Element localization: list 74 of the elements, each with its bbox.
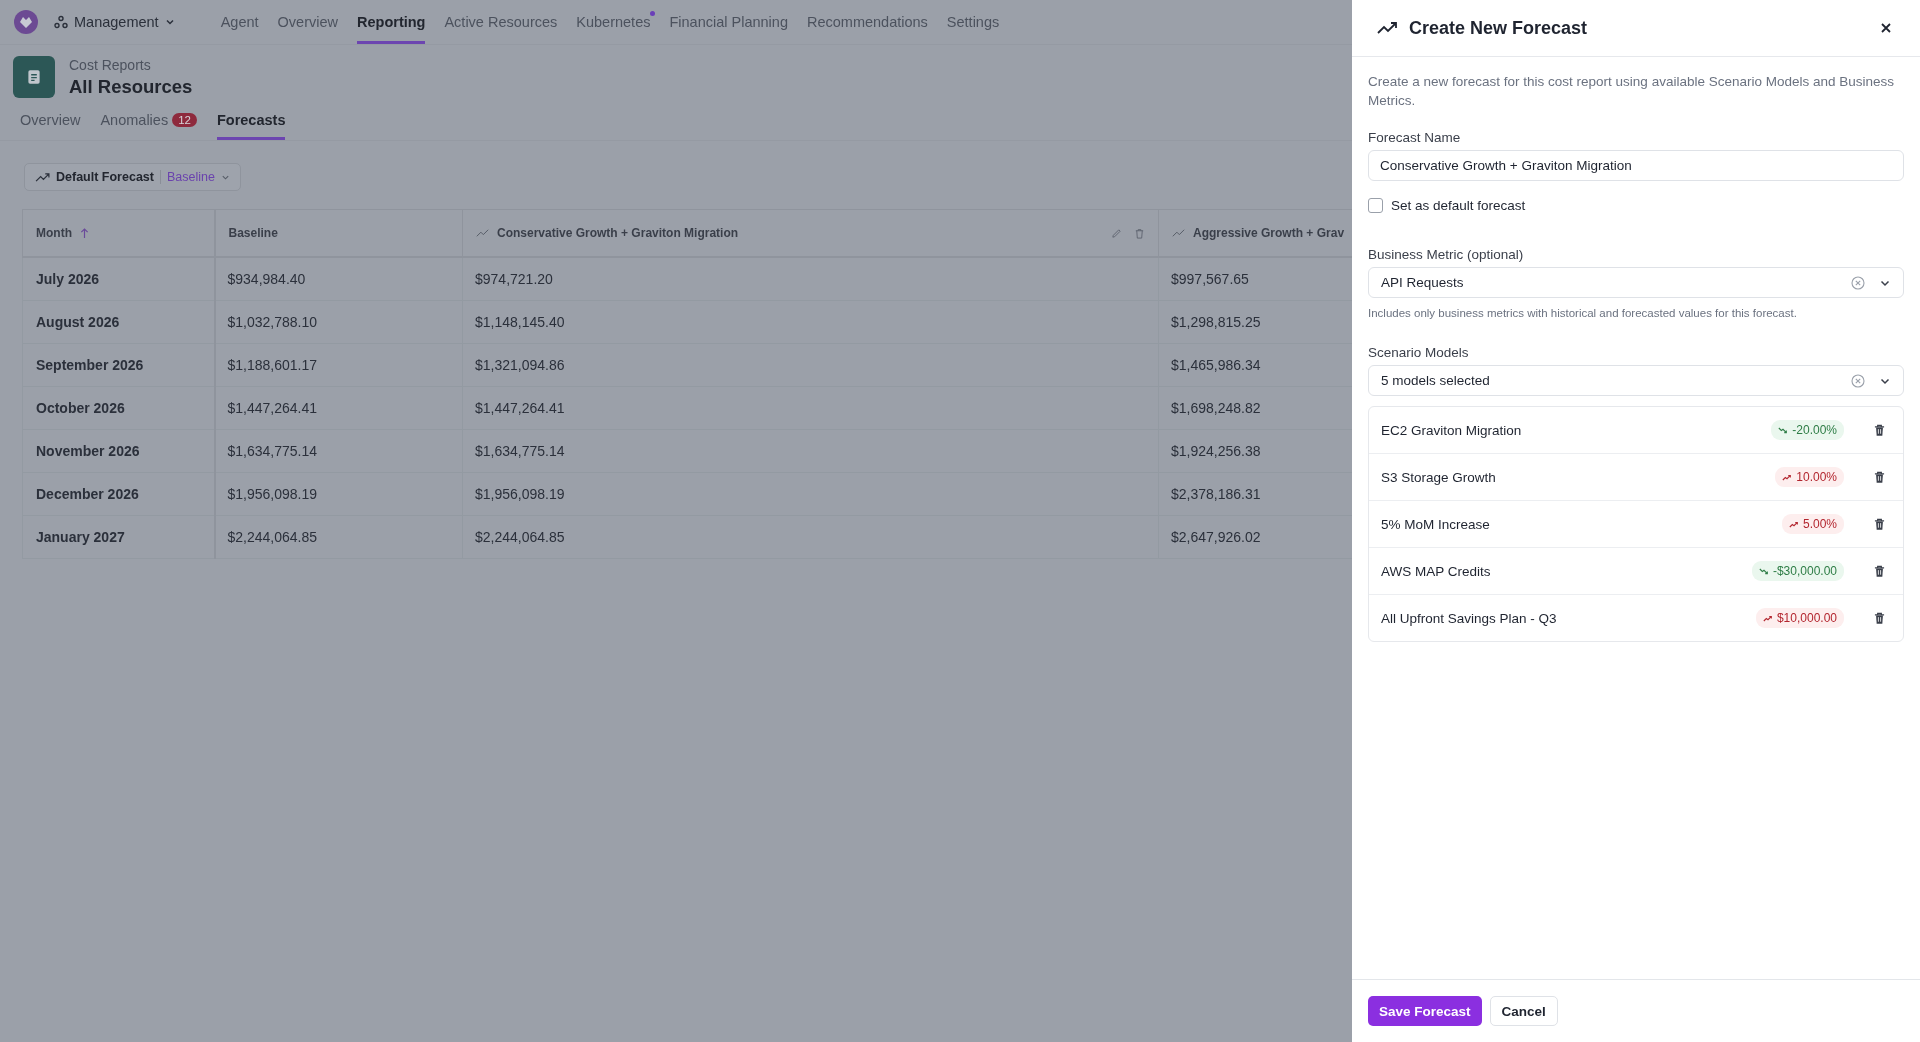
helper-text: Includes only business metrics with historical and forecasted values for this forecast. bbox=[1368, 307, 1798, 319]
field-label: Business Metric (optional) bbox=[1368, 247, 1525, 262]
trend-up-icon bbox=[1172, 228, 1185, 238]
nav-link[interactable]: Active Resources bbox=[444, 0, 558, 44]
clear-icon[interactable] bbox=[1851, 373, 1865, 388]
nav-link[interactable]: Financial Planning bbox=[669, 0, 788, 44]
table-cell: $2,244,064.85 bbox=[214, 515, 463, 559]
model-name: 5% MoM Increase bbox=[1381, 516, 1491, 532]
table-cell: December 2026 bbox=[22, 472, 215, 516]
change-badge: -$30,000.00 bbox=[1751, 561, 1844, 581]
cancel-button[interactable]: Cancel bbox=[1489, 996, 1558, 1026]
table-cell: September 2026 bbox=[22, 343, 215, 387]
nav-link[interactable]: Kubernetes bbox=[576, 0, 651, 44]
column-header[interactable]: Month bbox=[22, 209, 215, 257]
close-icon bbox=[1880, 22, 1892, 34]
table-cell: $1,188,601.17 bbox=[214, 343, 463, 387]
scenario-models-select[interactable]: 5 models selected bbox=[1368, 365, 1904, 396]
logo-icon[interactable] bbox=[14, 10, 38, 34]
tab[interactable]: Forecasts bbox=[216, 106, 286, 140]
table-cell: $1,956,098.19 bbox=[462, 472, 1159, 516]
table-cell: October 2026 bbox=[22, 386, 215, 430]
nav-link[interactable]: Settings bbox=[946, 0, 1000, 44]
table-cell: $1,634,775.14 bbox=[214, 429, 463, 473]
breadcrumb[interactable]: Cost Reports bbox=[69, 56, 193, 73]
trend-up-icon bbox=[476, 228, 489, 238]
report-icon bbox=[13, 56, 55, 98]
model-name: S3 Storage Growth bbox=[1381, 469, 1497, 485]
model-name: All Upfront Savings Plan - Q3 bbox=[1381, 610, 1558, 626]
model-name: EC2 Graviton Migration bbox=[1381, 422, 1523, 438]
model-name: AWS MAP Credits bbox=[1381, 563, 1492, 579]
panel-title: Create New Forecast bbox=[1409, 17, 1588, 39]
table-cell: $974,721.20 bbox=[462, 257, 1159, 301]
table-cell: $1,447,264.41 bbox=[462, 386, 1159, 430]
table-cell: $934,984.40 bbox=[214, 257, 463, 301]
nodes-icon bbox=[54, 15, 68, 29]
sort-ascending-icon[interactable] bbox=[80, 227, 89, 239]
field-label: Scenario Models bbox=[1368, 345, 1470, 360]
table-cell: November 2026 bbox=[22, 429, 215, 473]
nav-link[interactable]: Overview bbox=[277, 0, 338, 44]
clear-icon[interactable] bbox=[1851, 275, 1865, 290]
change-badge: -20.00% bbox=[1771, 420, 1844, 440]
checkbox-label[interactable]: Set as default forecast bbox=[1391, 198, 1526, 213]
change-badge: $10,000.00 bbox=[1755, 608, 1844, 628]
table-cell: $1,032,788.10 bbox=[214, 300, 463, 344]
nav-link[interactable]: Recommendations bbox=[806, 0, 928, 44]
nav-link[interactable]: Reporting bbox=[357, 0, 426, 44]
table-cell: $1,321,094.86 bbox=[462, 343, 1159, 387]
change-badge: 10.00% bbox=[1775, 467, 1844, 487]
chevron-down-icon bbox=[164, 17, 175, 27]
nav-link[interactable]: Agent bbox=[220, 0, 259, 44]
trend-up-icon bbox=[35, 171, 50, 183]
table-cell: $1,956,098.19 bbox=[214, 472, 463, 516]
count-badge: 12 bbox=[172, 113, 197, 127]
tab[interactable]: Overview bbox=[20, 106, 81, 140]
description: Create a new forecast for this cost report using available Scenario Models and Business Metrics. bbox=[1368, 73, 1896, 110]
table-cell: $1,148,145.40 bbox=[462, 300, 1159, 344]
page-title: All Resources bbox=[69, 75, 193, 98]
table-cell: July 2026 bbox=[22, 257, 215, 301]
tab[interactable]: Anomalies 12 bbox=[100, 106, 197, 140]
trend-up-icon bbox=[1377, 21, 1397, 35]
column-header[interactable]: Baseline bbox=[214, 209, 463, 257]
table-cell: $2,244,064.85 bbox=[462, 515, 1159, 559]
table-cell: August 2026 bbox=[22, 300, 215, 344]
checkbox[interactable] bbox=[1368, 198, 1383, 213]
forecast-selector[interactable]: Default Forecast Baseline bbox=[24, 163, 241, 191]
business-metric-select[interactable]: API Requests bbox=[1368, 267, 1904, 298]
forecast-name-field[interactable]: Conservative Growth + Graviton Migration bbox=[1368, 150, 1904, 181]
workspace-menu[interactable]: Management bbox=[54, 14, 175, 30]
change-badge: 5.00% bbox=[1781, 514, 1844, 534]
table-cell: January 2027 bbox=[22, 515, 215, 559]
field-label: Forecast Name bbox=[1368, 130, 1462, 145]
table-cell: $1,447,264.41 bbox=[214, 386, 463, 430]
table-cell: $1,634,775.14 bbox=[462, 429, 1159, 473]
save-button[interactable]: Save Forecast bbox=[1368, 996, 1482, 1026]
